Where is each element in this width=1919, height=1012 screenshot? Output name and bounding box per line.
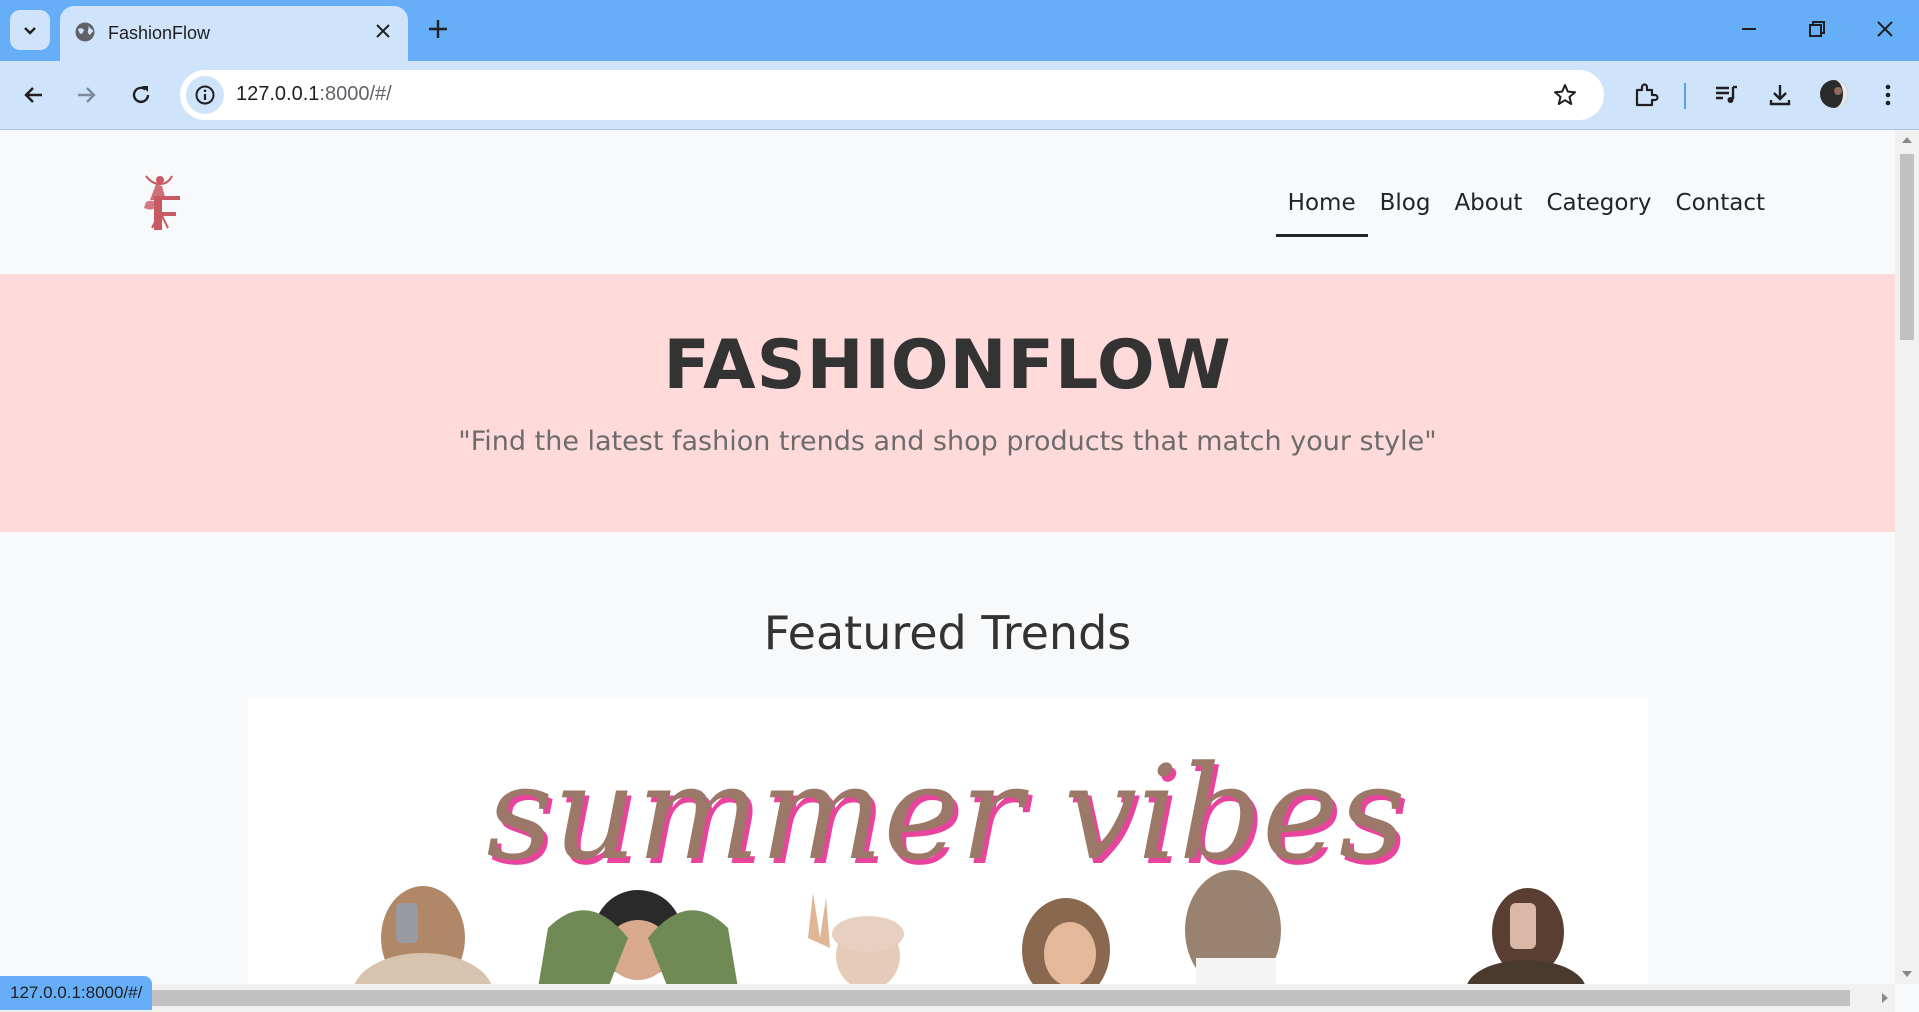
- restore-icon[interactable]: [1804, 16, 1830, 47]
- url-host: 127.0.0.1: [236, 83, 320, 105]
- toolbar-separator: [1684, 83, 1686, 109]
- site-info-icon[interactable]: [186, 76, 224, 114]
- browser-tab[interactable]: FashionFlow: [60, 6, 408, 61]
- main-nav: Home Blog About Category Contact: [1275, 190, 1777, 242]
- scroll-right-icon[interactable]: [1875, 984, 1895, 1012]
- scroll-down-icon[interactable]: [1895, 964, 1919, 984]
- page-viewport: Home Blog About Category Contact FASHION…: [0, 130, 1895, 984]
- featured-trends-title: Featured Trends: [763, 606, 1132, 660]
- scroll-up-icon[interactable]: [1895, 130, 1919, 150]
- url-text: 127.0.0.1:8000/#/: [236, 83, 392, 106]
- nav-category[interactable]: Category: [1534, 190, 1663, 242]
- close-icon[interactable]: [372, 20, 394, 47]
- site-header: Home Blog About Category Contact: [0, 130, 1895, 274]
- nav-blog[interactable]: Blog: [1368, 190, 1443, 242]
- banner-script-text: summer vibes: [486, 737, 1405, 889]
- address-bar[interactable]: 127.0.0.1:8000/#/: [180, 70, 1604, 120]
- vertical-scrollbar[interactable]: [1895, 130, 1919, 984]
- status-bubble: 127.0.0.1:8000/#/: [0, 976, 153, 1010]
- minimize-icon[interactable]: [1736, 16, 1762, 47]
- hero-section: FASHIONFLOW "Find the latest fashion tre…: [0, 274, 1895, 532]
- fashion-logo-icon: [144, 175, 180, 230]
- browser-toolbar: 127.0.0.1:8000/#/: [0, 61, 1919, 130]
- profile-avatar[interactable]: [1819, 79, 1849, 114]
- nav-home[interactable]: Home: [1275, 190, 1368, 242]
- tab-title: FashionFlow: [108, 23, 211, 43]
- nav-about[interactable]: About: [1442, 190, 1534, 242]
- window-close-icon[interactable]: [1872, 16, 1898, 47]
- featured-trend-banner[interactable]: summer vibes summer vibes: [248, 698, 1648, 984]
- reload-icon[interactable]: [127, 81, 155, 114]
- browser-tab-bar: FashionFlow: [0, 0, 1919, 61]
- summer-vibes-banner-image: summer vibes summer vibes: [354, 737, 1585, 984]
- chevron-down-icon: [24, 27, 36, 35]
- forward-icon[interactable]: [72, 81, 100, 114]
- tab-search-button[interactable]: [10, 10, 50, 50]
- back-icon[interactable]: [20, 81, 48, 114]
- new-tab-icon[interactable]: [425, 16, 451, 47]
- horizontal-scrollbar[interactable]: [0, 984, 1895, 1012]
- globe-icon: [74, 21, 96, 48]
- download-icon[interactable]: [1766, 81, 1794, 114]
- media-control-icon[interactable]: [1712, 81, 1740, 114]
- hero-title: FASHIONFLOW: [663, 326, 1232, 405]
- vertical-scroll-thumb[interactable]: [1900, 154, 1914, 340]
- extensions-icon[interactable]: [1632, 81, 1660, 114]
- horizontal-scroll-thumb[interactable]: [150, 990, 1850, 1006]
- url-path: :8000/#/: [319, 83, 392, 105]
- more-menu-icon[interactable]: [1874, 81, 1902, 114]
- site-logo[interactable]: [132, 170, 202, 242]
- bookmark-star-icon[interactable]: [1552, 82, 1578, 113]
- hero-tagline: "Find the latest fashion trends and shop…: [458, 426, 1437, 457]
- nav-contact[interactable]: Contact: [1664, 190, 1777, 242]
